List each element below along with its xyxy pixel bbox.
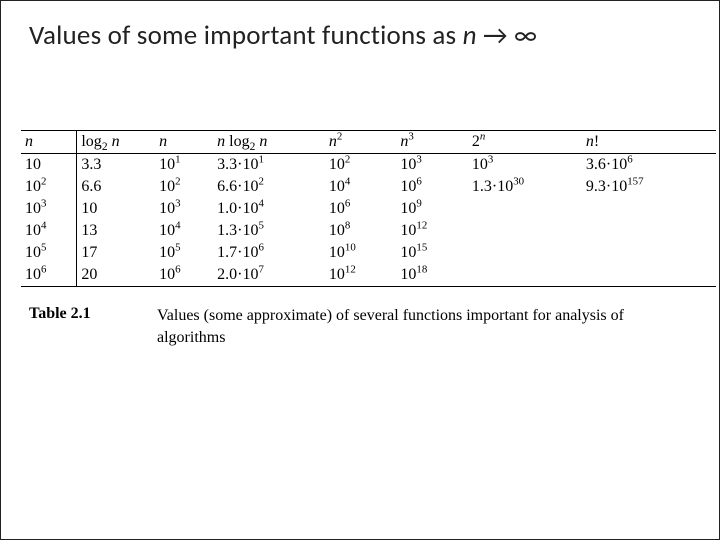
table-cell: 103 bbox=[155, 198, 213, 220]
table-cell: 103 bbox=[21, 198, 77, 220]
table-cell: 10 bbox=[77, 198, 155, 220]
slide-title: Values of some important functions as n … bbox=[29, 19, 691, 52]
table-cell bbox=[468, 220, 582, 242]
table-cell: 104 bbox=[21, 220, 77, 242]
table-cell: 3.6·106 bbox=[582, 154, 716, 177]
table-wrapper: n log2 n n n log2 n n2 n3 2n n! 103.3101… bbox=[21, 130, 716, 287]
title-var-n: n bbox=[463, 19, 477, 52]
table-cell: 1012 bbox=[396, 220, 468, 242]
table-cell: 3.3 bbox=[77, 154, 155, 177]
table-row: 103.31013.3·1011021031033.6·106 bbox=[21, 154, 716, 177]
table-cell: 104 bbox=[325, 176, 397, 198]
table-cell bbox=[468, 242, 582, 264]
table-cell: 104 bbox=[155, 220, 213, 242]
table-cell bbox=[582, 198, 716, 220]
caption-text: Values (some approximate) of several fun… bbox=[157, 305, 691, 348]
table-cell: 6.6 bbox=[77, 176, 155, 198]
title-infinity: ∞ bbox=[514, 19, 537, 52]
col-header-nlog2n: n log2 n bbox=[213, 131, 325, 154]
col-header-nsq: n2 bbox=[325, 131, 397, 154]
col-header-n2col: n bbox=[155, 131, 213, 154]
table-cell: 105 bbox=[21, 242, 77, 264]
table-cell: 17 bbox=[77, 242, 155, 264]
table-cell: 1.3·105 bbox=[213, 220, 325, 242]
table-cell: 9.3·10157 bbox=[582, 176, 716, 198]
table-cell: 3.3·101 bbox=[213, 154, 325, 177]
table-cell: 102 bbox=[325, 154, 397, 177]
table-cell: 13 bbox=[77, 220, 155, 242]
col-header-2n: 2n bbox=[468, 131, 582, 154]
table-cell: 20 bbox=[77, 264, 155, 287]
table-cell: 103 bbox=[468, 154, 582, 177]
table-row: 103101031.0·104106109 bbox=[21, 198, 716, 220]
table-cell: 1012 bbox=[325, 264, 397, 287]
table-row: 106201062.0·10710121018 bbox=[21, 264, 716, 287]
title-arrow: → bbox=[477, 19, 514, 52]
table-cell: 108 bbox=[325, 220, 397, 242]
table-cell: 102 bbox=[21, 176, 77, 198]
title-text: Values of some important functions as bbox=[29, 19, 463, 52]
table-cell: 106 bbox=[325, 198, 397, 220]
table-cell: 106 bbox=[21, 264, 77, 287]
table-cell: 102 bbox=[155, 176, 213, 198]
table-cell bbox=[582, 242, 716, 264]
table-cell: 1018 bbox=[396, 264, 468, 287]
table-caption: Table 2.1 Values (some approximate) of s… bbox=[29, 305, 691, 348]
table-cell bbox=[582, 264, 716, 287]
table-cell: 103 bbox=[396, 154, 468, 177]
col-header-log2n: log2 n bbox=[77, 131, 155, 154]
table-cell: 10 bbox=[21, 154, 77, 177]
table-cell: 1015 bbox=[396, 242, 468, 264]
table-header-row: n log2 n n n log2 n n2 n3 2n n! bbox=[21, 131, 716, 154]
table-cell: 1.0·104 bbox=[213, 198, 325, 220]
table-cell bbox=[468, 198, 582, 220]
table-cell: 6.6·102 bbox=[213, 176, 325, 198]
table-body: 103.31013.3·1011021031033.6·1061026.6102… bbox=[21, 154, 716, 287]
table-cell: 101 bbox=[155, 154, 213, 177]
table-cell: 1.3·1030 bbox=[468, 176, 582, 198]
table-row: 105171051.7·10610101015 bbox=[21, 242, 716, 264]
col-header-nfact: n! bbox=[582, 131, 716, 154]
table-cell: 2.0·107 bbox=[213, 264, 325, 287]
col-header-ncube: n3 bbox=[396, 131, 468, 154]
table-cell: 106 bbox=[396, 176, 468, 198]
table-cell: 1010 bbox=[325, 242, 397, 264]
col-header-n: n bbox=[21, 131, 77, 154]
table-row: 1026.61026.6·1021041061.3·10309.3·10157 bbox=[21, 176, 716, 198]
table-cell: 109 bbox=[396, 198, 468, 220]
functions-table: n log2 n n n log2 n n2 n3 2n n! 103.3101… bbox=[21, 130, 716, 287]
table-cell bbox=[582, 220, 716, 242]
table-row: 104131041.3·1051081012 bbox=[21, 220, 716, 242]
table-cell: 105 bbox=[155, 242, 213, 264]
table-cell bbox=[468, 264, 582, 287]
table-cell: 106 bbox=[155, 264, 213, 287]
caption-label: Table 2.1 bbox=[29, 305, 157, 348]
table-cell: 1.7·106 bbox=[213, 242, 325, 264]
